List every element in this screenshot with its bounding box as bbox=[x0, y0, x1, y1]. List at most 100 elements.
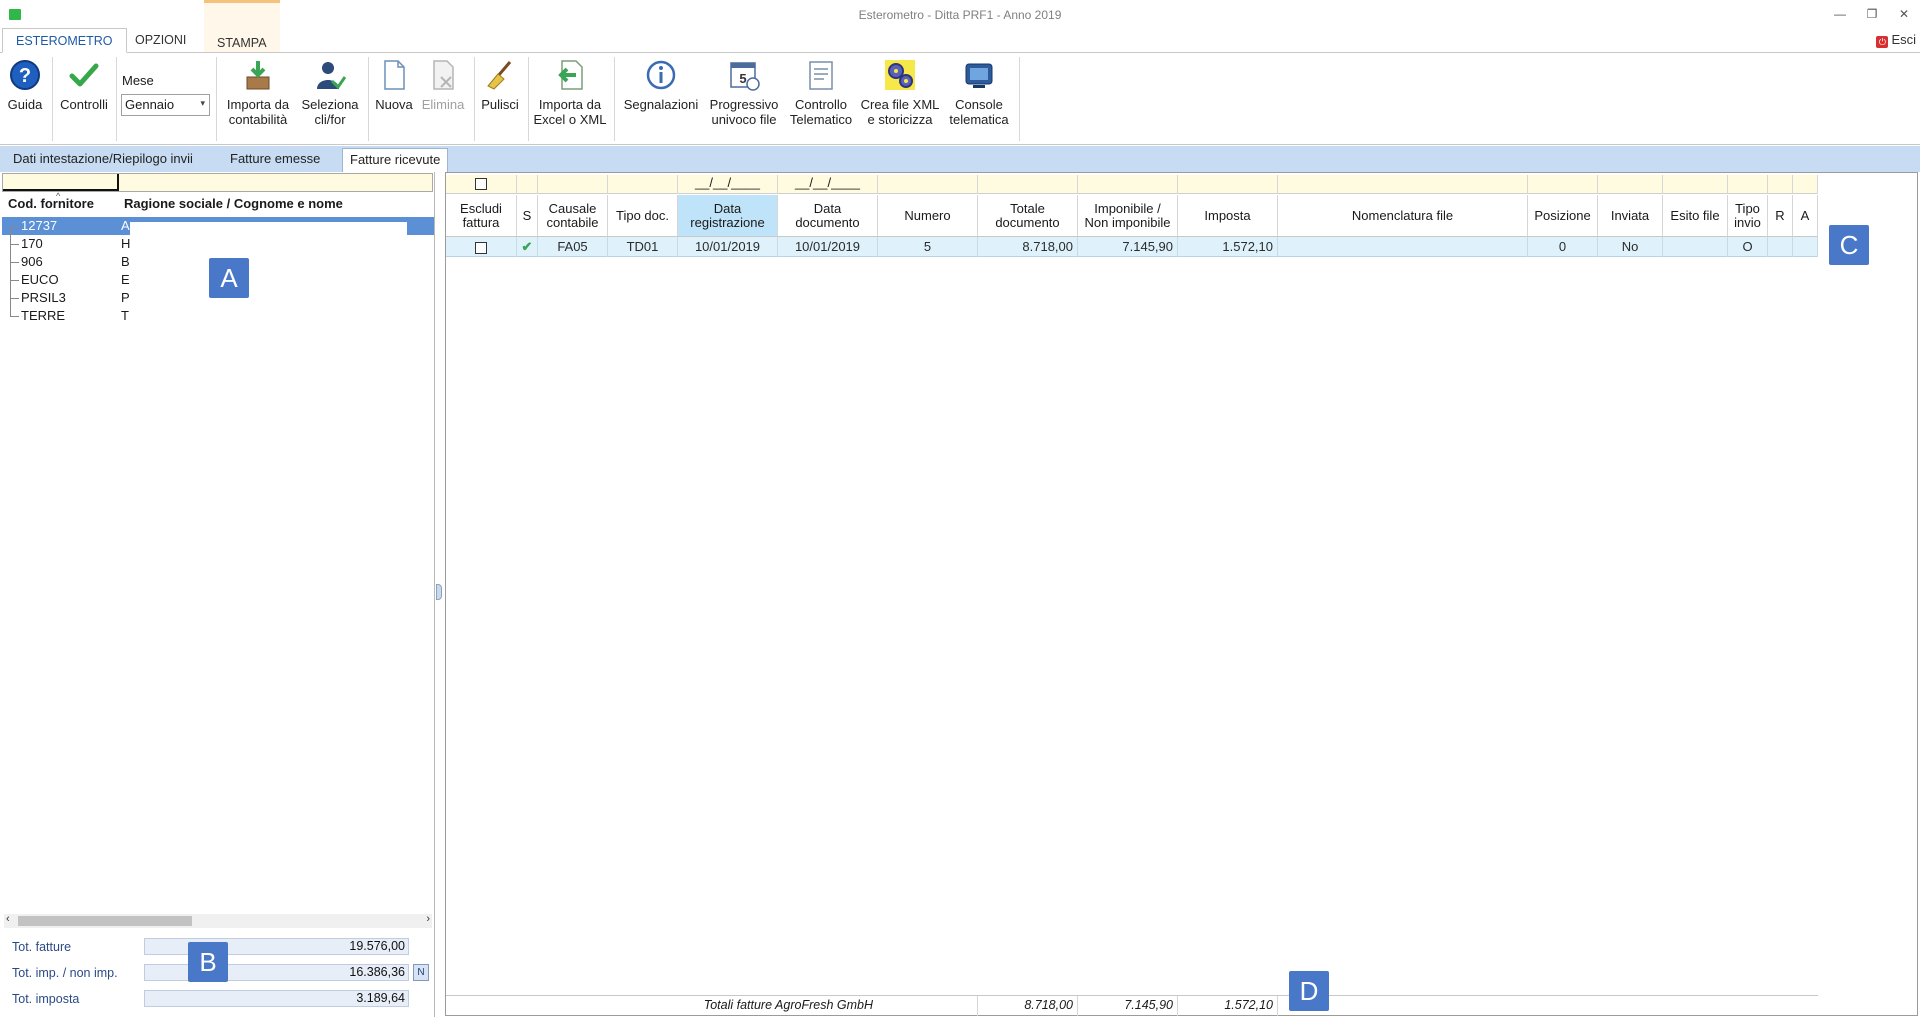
minimize-button[interactable]: — bbox=[1828, 4, 1852, 24]
separator bbox=[116, 57, 117, 141]
column-header-code[interactable]: Cod. fornitore bbox=[8, 196, 94, 211]
tab-opzioni[interactable]: OPZIONI bbox=[122, 28, 199, 53]
select-person-icon bbox=[317, 62, 347, 90]
callout-d: D bbox=[1289, 971, 1329, 1011]
svg-text:5: 5 bbox=[739, 71, 746, 86]
broom-icon bbox=[487, 61, 512, 90]
tab-dati-intestazione[interactable]: Dati intestazione/Riepilogo invii bbox=[6, 148, 200, 172]
filter-cell[interactable] bbox=[1663, 175, 1728, 194]
filter-cell[interactable] bbox=[1078, 175, 1178, 194]
data-documento-filter[interactable]: __/__/____ bbox=[778, 175, 878, 194]
column-header-imposta[interactable]: Imposta bbox=[1178, 195, 1278, 237]
column-header-data-documento[interactable]: Data documento bbox=[778, 195, 878, 237]
footer-label: Totali fatture AgroFresh GmbH bbox=[446, 996, 978, 1016]
close-button[interactable]: ✕ bbox=[1892, 4, 1916, 24]
controlli-button[interactable]: Controlli bbox=[55, 59, 113, 112]
arrow-right-icon[interactable]: › bbox=[426, 913, 430, 925]
filter-cell[interactable] bbox=[878, 175, 978, 194]
filter-cell[interactable] bbox=[1528, 175, 1598, 194]
elimina-button[interactable]: Elimina bbox=[418, 59, 468, 112]
column-header-totale[interactable]: Totale documento bbox=[978, 195, 1078, 237]
tab-esterometro[interactable]: ESTEROMETRO bbox=[2, 28, 127, 53]
crea-file-xml-button[interactable]: Crea file XML e storicizza bbox=[858, 59, 942, 127]
escludi-checkbox[interactable] bbox=[475, 241, 487, 254]
horizontal-scrollbar[interactable]: ‹ › bbox=[4, 913, 432, 928]
select-all-checkbox[interactable] bbox=[475, 177, 487, 190]
delete-document-icon bbox=[433, 60, 454, 90]
filter-cell[interactable] bbox=[608, 175, 678, 194]
status-cell: ✔ bbox=[517, 237, 538, 257]
callout-c: C bbox=[1829, 225, 1869, 265]
filter-cell[interactable] bbox=[1278, 175, 1528, 194]
pulisci-button[interactable]: Pulisci bbox=[477, 59, 523, 112]
filter-cell[interactable] bbox=[517, 175, 538, 194]
column-header-r[interactable]: R bbox=[1768, 195, 1793, 237]
scrollbar-thumb[interactable] bbox=[18, 916, 192, 926]
supplier-filter-row[interactable] bbox=[2, 173, 433, 192]
filter-cell[interactable] bbox=[1178, 175, 1278, 194]
imposta-cell: 1.572,10 bbox=[1178, 237, 1278, 257]
column-header-esito[interactable]: Esito file bbox=[1663, 195, 1728, 237]
column-header-s[interactable]: S bbox=[517, 195, 538, 237]
separator bbox=[52, 57, 53, 141]
footer-imponibile: 7.145,90 bbox=[1078, 996, 1178, 1016]
column-header-a[interactable]: A bbox=[1793, 195, 1818, 237]
column-header-posizione[interactable]: Posizione bbox=[1528, 195, 1598, 237]
seleziona-cli-for-button[interactable]: Seleziona cli/for bbox=[296, 59, 364, 127]
mese-select[interactable]: Gennaio ▾ bbox=[121, 94, 210, 116]
filter-cell[interactable] bbox=[538, 175, 608, 194]
column-header-nomenclatura[interactable]: Nomenclatura file bbox=[1278, 195, 1528, 237]
panel-splitter[interactable] bbox=[436, 172, 444, 1017]
segnalazioni-button[interactable]: Segnalazioni bbox=[618, 59, 704, 112]
exit-button[interactable]: ⏻ Esci bbox=[1876, 32, 1916, 48]
filter-cell[interactable] bbox=[1598, 175, 1663, 194]
column-header-escludi[interactable]: Escludi fattura bbox=[446, 195, 517, 237]
arrow-left-icon[interactable]: ‹ bbox=[6, 913, 10, 925]
code-filter-input[interactable] bbox=[3, 174, 119, 191]
select-all-filter[interactable] bbox=[446, 175, 517, 194]
footer-imposta: 1.572,10 bbox=[1178, 996, 1278, 1016]
filter-cell[interactable] bbox=[1793, 175, 1818, 194]
n-button[interactable]: N bbox=[413, 964, 429, 981]
filter-cell[interactable] bbox=[978, 175, 1078, 194]
collapse-handle[interactable] bbox=[436, 584, 442, 600]
tab-fatture-emesse[interactable]: Fatture emesse bbox=[223, 148, 327, 172]
importa-contabilita-button[interactable]: Importa da contabilità bbox=[220, 59, 296, 127]
section-tabs: Dati intestazione/Riepilogo invii Fattur… bbox=[0, 146, 1920, 172]
progressivo-univoco-button[interactable]: 5 Progressivo univoco file bbox=[704, 59, 784, 127]
tab-stampa[interactable]: STAMPA bbox=[204, 0, 280, 52]
importa-excel-button[interactable]: Importa da Excel o XML bbox=[530, 59, 610, 127]
tot-imposta-label: Tot. imposta bbox=[12, 992, 80, 1006]
totale-cell: 8.718,00 bbox=[978, 237, 1078, 257]
invoices-grid: __/__/____ __/__/____ Escludi fattura S C… bbox=[445, 172, 1918, 1016]
filter-cell[interactable] bbox=[1728, 175, 1768, 194]
filter-cell[interactable] bbox=[1768, 175, 1793, 194]
grid-filter-row: __/__/____ __/__/____ bbox=[446, 175, 1818, 194]
tipo-doc-cell: TD01 bbox=[608, 237, 678, 257]
redaction-overlay bbox=[130, 222, 407, 318]
column-header-imponibile[interactable]: Imponibile / Non imponibile bbox=[1078, 195, 1178, 237]
grid-footer-totals: Totali fatture AgroFresh GmbH 8.718,00 7… bbox=[446, 995, 1818, 1016]
column-header-tipo-doc[interactable]: Tipo doc. bbox=[608, 195, 678, 237]
console-telematica-button[interactable]: Console telematica bbox=[942, 59, 1016, 127]
separator bbox=[368, 57, 369, 141]
telematic-check-icon bbox=[809, 61, 833, 90]
calendar-icon: 5 bbox=[730, 62, 760, 91]
column-header-tipo-invio[interactable]: Tipo invio bbox=[1728, 195, 1768, 237]
column-header-data-registrazione[interactable]: Data registrazione bbox=[678, 195, 778, 237]
tab-fatture-ricevute[interactable]: Fatture ricevute bbox=[342, 148, 449, 172]
escludi-cell[interactable] bbox=[446, 237, 517, 257]
data-registrazione-filter[interactable]: __/__/____ bbox=[678, 175, 778, 194]
guida-button[interactable]: ? Guida bbox=[4, 59, 46, 112]
column-header-name[interactable]: Ragione sociale / Cognome e nome bbox=[124, 196, 343, 211]
column-header-numero[interactable]: Numero bbox=[878, 195, 978, 237]
footer-totale: 8.718,00 bbox=[978, 996, 1078, 1016]
table-row[interactable]: ✔ FA05 TD01 10/01/2019 10/01/2019 5 8.71… bbox=[446, 237, 1818, 257]
nuova-button[interactable]: Nuova bbox=[372, 59, 416, 112]
controllo-telematico-button[interactable]: Controllo Telematico bbox=[784, 59, 858, 127]
column-header-inviata[interactable]: Inviata bbox=[1598, 195, 1663, 237]
column-header-causale[interactable]: Causale contabile bbox=[538, 195, 608, 237]
tot-imponibile-label: Tot. imp. / non imp. bbox=[12, 966, 118, 980]
ribbon-toolbar: ? Guida Controlli Mese Gennaio ▾ Importa… bbox=[0, 52, 1920, 145]
restore-button[interactable]: ❐ bbox=[1860, 4, 1884, 24]
